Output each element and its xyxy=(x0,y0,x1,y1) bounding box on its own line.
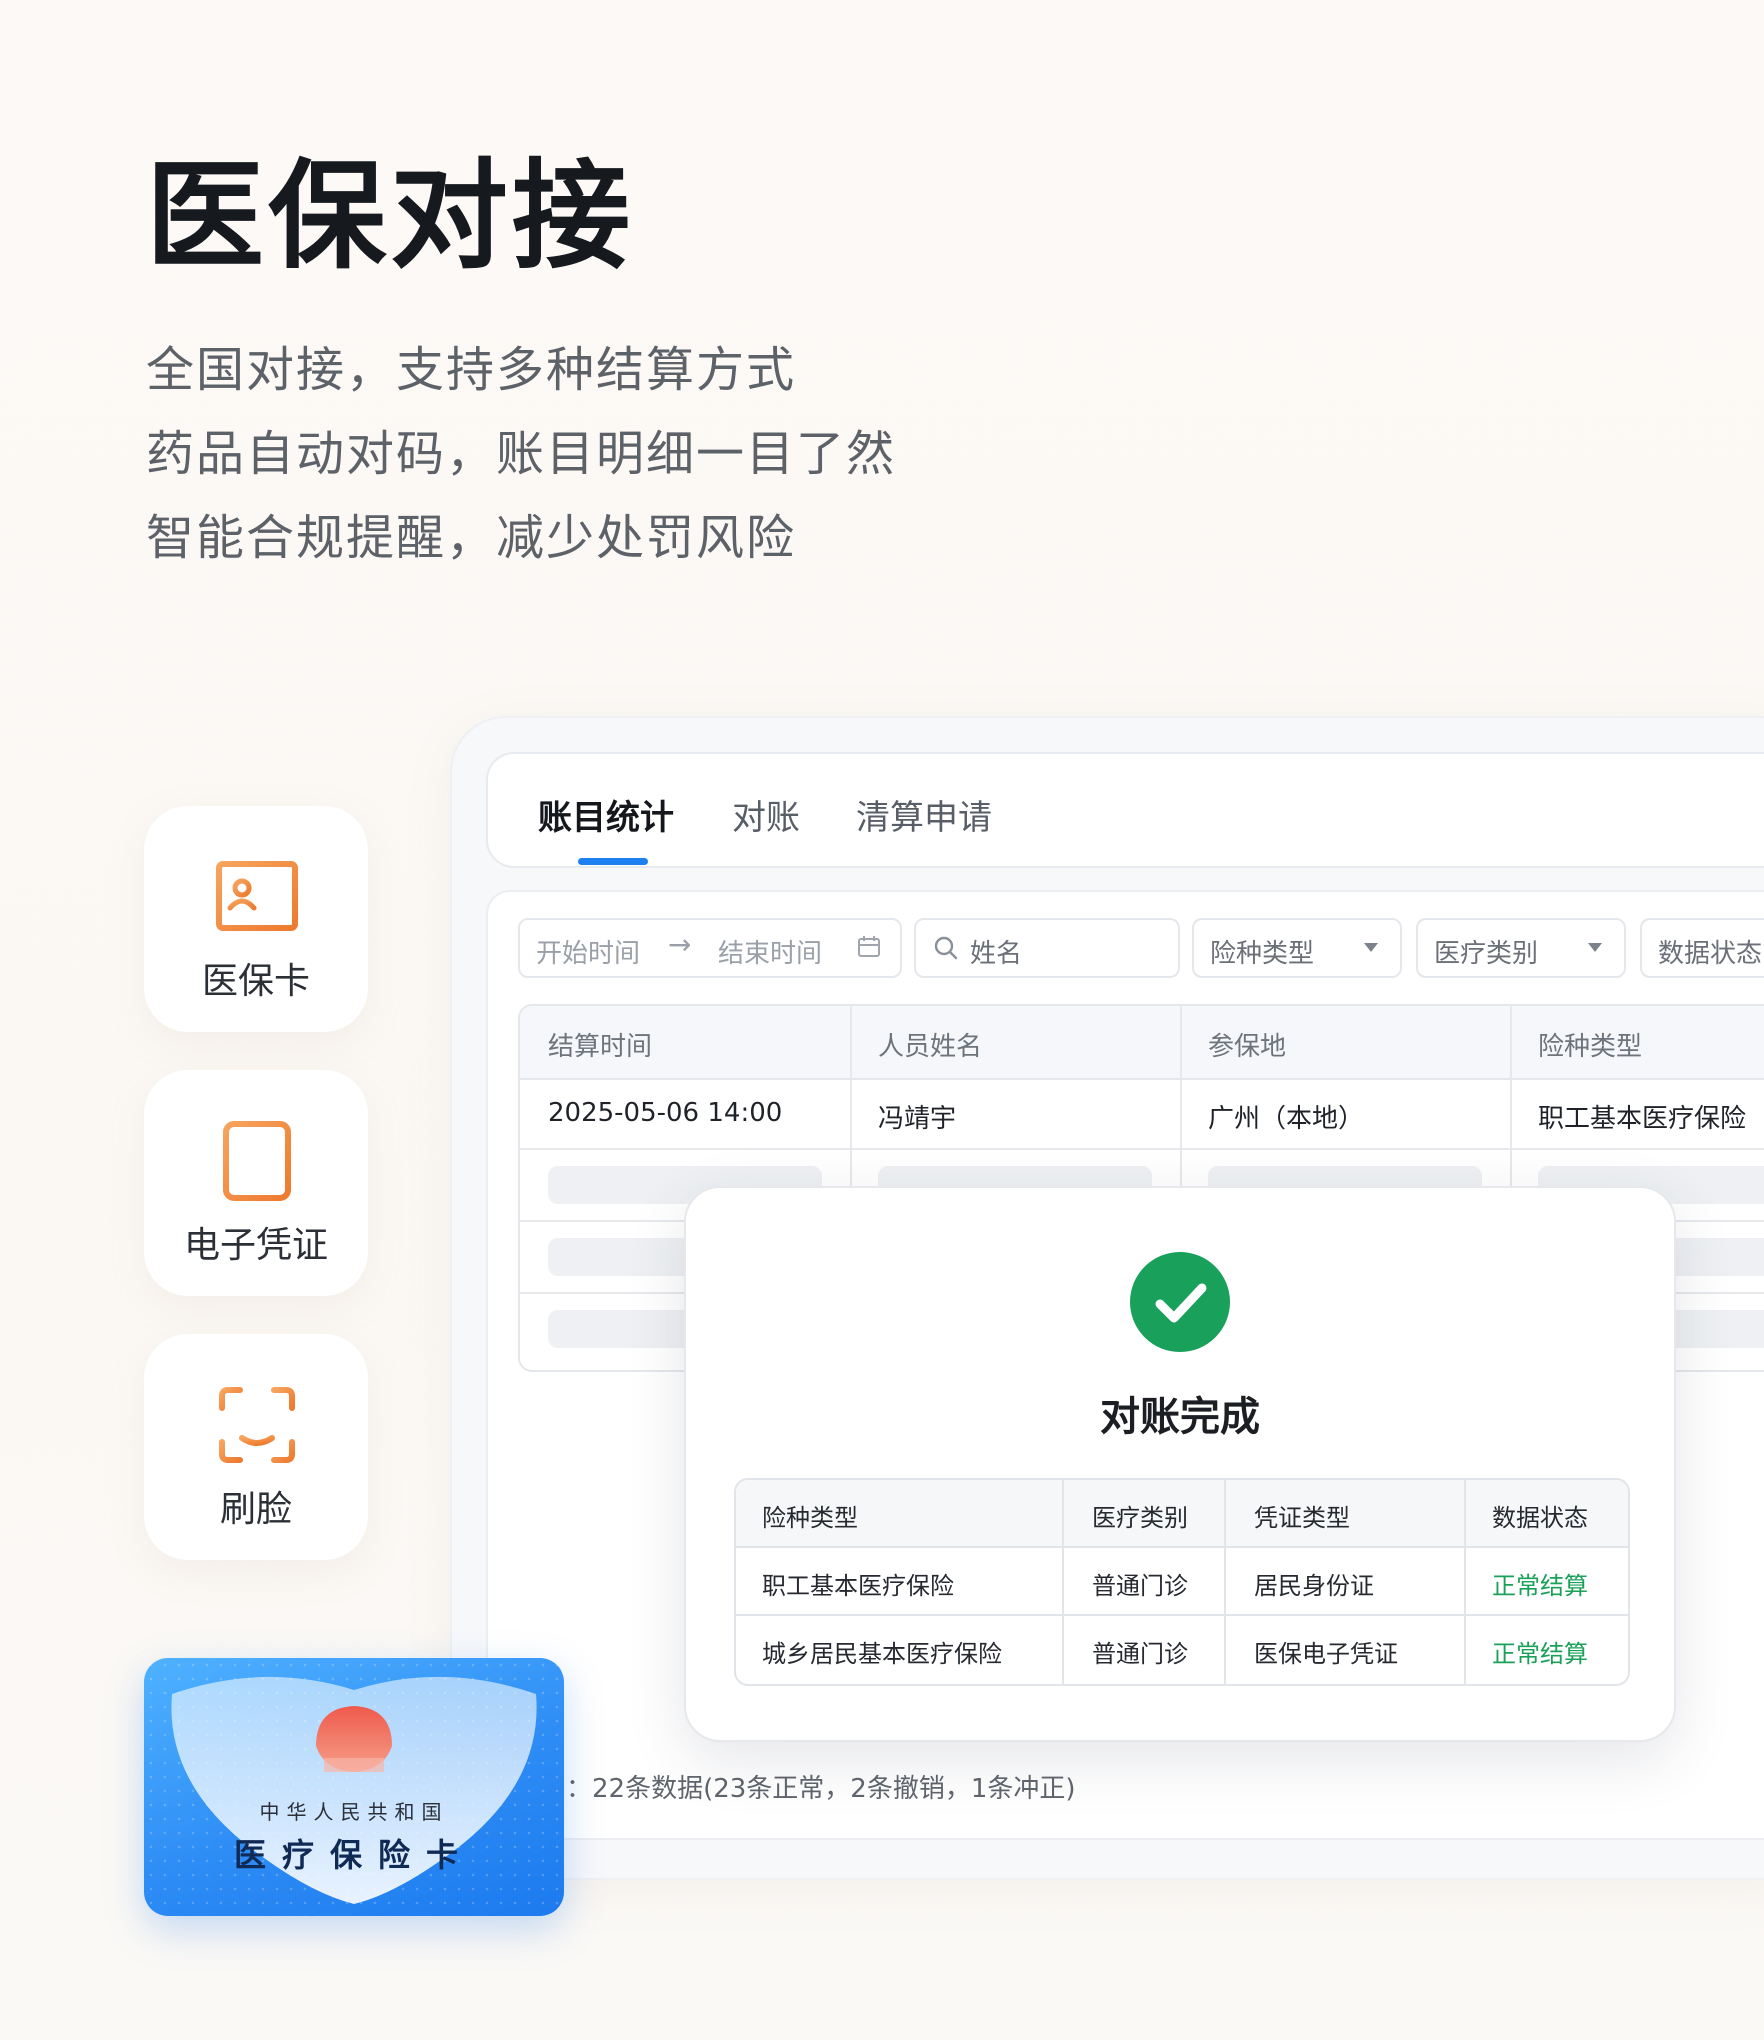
column-header: 险种类型 xyxy=(762,1504,858,1532)
table-cell: 职工基本医疗保险 xyxy=(762,1572,954,1600)
tab-reconcile[interactable]: 对账 xyxy=(732,790,800,839)
select-label: 数据状态 xyxy=(1658,939,1763,969)
status-badge: 正常结算 xyxy=(1492,1572,1588,1600)
end-date-input[interactable]: 结束时间 xyxy=(718,933,822,970)
id-card-icon xyxy=(216,861,298,931)
tab-clearing-request[interactable]: 清算申请 xyxy=(856,790,992,839)
search-icon xyxy=(934,936,958,960)
tab-bar: 账目统计 对账 清算申请 xyxy=(486,752,1764,868)
select-label: 医疗类别 xyxy=(1434,939,1539,969)
table-cell: 职工基本医疗保险 xyxy=(1538,1104,1747,1134)
start-date-input[interactable]: 开始时间 xyxy=(536,933,640,970)
table-cell: 冯靖宇 xyxy=(878,1104,957,1134)
chevron-down-icon xyxy=(1364,943,1378,952)
medical-insurance-card-image: 中华人民共和国 医疗保险卡 xyxy=(144,1658,564,1916)
feature-label: 医保卡 xyxy=(201,961,310,1002)
status-badge: 正常结算 xyxy=(1492,1640,1588,1668)
reconcile-complete-dialog: 对账完成 险种类型 医疗类别 凭证类型 数据状态 职工基本医疗保险 普通门诊 居… xyxy=(684,1186,1676,1742)
column-header: 人员姓名 xyxy=(878,1032,983,1062)
card-shield-shape xyxy=(171,1676,537,1904)
document-icon xyxy=(223,1121,291,1201)
column-header: 险种类型 xyxy=(1538,1032,1643,1062)
hero-line: 全国对接，支持多种结算方式 xyxy=(146,342,797,398)
column-header: 结算时间 xyxy=(548,1032,653,1062)
table-cell: 居民身份证 xyxy=(1254,1572,1374,1600)
chevron-down-icon xyxy=(1588,943,1602,952)
search-placeholder: 姓名 xyxy=(970,939,1023,969)
table-cell: 城乡居民基本医疗保险 xyxy=(762,1640,1002,1668)
select-label: 险种类型 xyxy=(1210,939,1315,969)
tab-account-stats[interactable]: 账目统计 xyxy=(538,790,674,839)
medical-type-select[interactable]: 医疗类别 xyxy=(1416,918,1626,978)
feature-label: 刷脸 xyxy=(219,1489,292,1530)
name-search-input[interactable]: 姓名 xyxy=(914,918,1180,978)
column-header: 医疗类别 xyxy=(1092,1504,1188,1532)
hero-description: 全国对接，支持多种结算方式 药品自动对码，账目明细一目了然 智能合规提醒，减少处… xyxy=(146,328,896,580)
card-country-text: 中华人民共和国 xyxy=(259,1800,449,1824)
feature-label: 电子凭证 xyxy=(183,1225,328,1266)
table-cell: 广州（本地） xyxy=(1208,1104,1365,1134)
data-status-select[interactable]: 数据状态 xyxy=(1640,918,1764,978)
success-check-icon xyxy=(1130,1252,1230,1352)
reconcile-result-table: 险种类型 医疗类别 凭证类型 数据状态 职工基本医疗保险 普通门诊 居民身份证 … xyxy=(734,1478,1630,1686)
table-cell: 2025-05-06 14:00 xyxy=(548,1098,783,1128)
calendar-icon xyxy=(858,936,880,957)
table-cell: 普通门诊 xyxy=(1092,1572,1188,1600)
card-title-text: 医疗保险卡 xyxy=(233,1836,474,1874)
face-scan-icon xyxy=(219,1387,295,1463)
active-tab-indicator xyxy=(578,858,648,865)
column-header: 凭证类型 xyxy=(1254,1504,1350,1532)
feature-card-e-voucher[interactable]: 电子凭证 xyxy=(144,1070,368,1296)
summary-text: ：22条数据(23条正常，2条撤销，1条冲正) xyxy=(566,1774,1076,1804)
feature-card-face[interactable]: 刷脸 xyxy=(144,1334,368,1560)
column-header: 参保地 xyxy=(1208,1032,1287,1062)
table-cell: 医保电子凭证 xyxy=(1254,1640,1398,1668)
page-title: 医保对接 xyxy=(146,147,635,285)
column-header: 数据状态 xyxy=(1492,1504,1588,1532)
hero-line: 药品自动对码，账目明细一目了然 xyxy=(146,426,897,482)
feature-card-medical-card[interactable]: 医保卡 xyxy=(144,806,368,1032)
arrow-right-icon: → xyxy=(668,928,692,961)
table-cell: 普通门诊 xyxy=(1092,1640,1188,1668)
hero-line: 智能合规提醒，减少处罚风险 xyxy=(146,510,797,566)
date-range-picker[interactable]: 开始时间 → 结束时间 xyxy=(518,918,902,978)
insurance-type-select[interactable]: 险种类型 xyxy=(1192,918,1402,978)
dialog-title: 对账完成 xyxy=(1100,1394,1260,1440)
